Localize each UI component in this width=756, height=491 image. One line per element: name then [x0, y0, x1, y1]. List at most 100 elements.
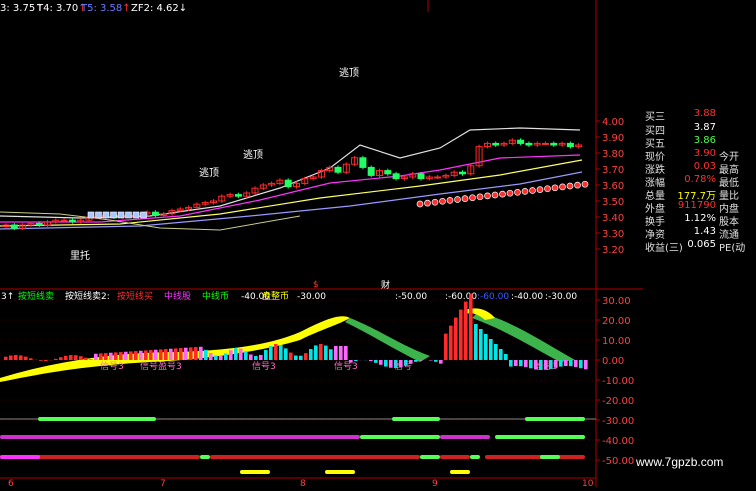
time-axis-label: 8	[300, 479, 306, 487]
osc-bar	[309, 349, 313, 360]
candle-body	[360, 158, 366, 168]
quote-row: 买三3.88	[643, 108, 756, 122]
osc-bar	[369, 360, 373, 361]
osc-bar	[134, 351, 138, 360]
mid-label: 财	[381, 279, 390, 291]
osc-bar	[284, 348, 288, 360]
osc-bar	[379, 360, 383, 365]
osc-bar	[54, 359, 58, 360]
osc-bar	[179, 348, 183, 360]
signal-label: 信号	[394, 360, 412, 372]
signal-dot	[507, 190, 513, 196]
candle-body	[567, 143, 573, 146]
signal-dot	[440, 198, 446, 204]
osc-bar	[94, 354, 98, 360]
osc-bar	[324, 346, 328, 360]
signal-dot	[432, 199, 438, 205]
osc-bar	[189, 347, 193, 360]
price-axis-label: 3.60	[602, 181, 624, 192]
osc-bar	[169, 349, 173, 360]
osc-bar	[484, 334, 488, 360]
strip-row-4	[450, 470, 470, 474]
osc-axis-label: -10.00	[602, 376, 634, 387]
osc-bar	[514, 360, 518, 366]
osc-bar	[139, 351, 143, 360]
strip-row-2	[440, 435, 490, 439]
indicator-header-item: 按短线卖2:	[65, 290, 110, 302]
osc-bar	[444, 334, 448, 360]
osc-bar	[279, 345, 283, 360]
signal-label: 信号3	[334, 360, 358, 372]
osc-bar	[109, 353, 113, 360]
osc-bar	[469, 294, 473, 360]
signal-dot	[522, 188, 528, 194]
osc-bar	[224, 353, 228, 360]
quote-row: 买四3.87	[643, 122, 756, 136]
osc-bar	[419, 360, 423, 361]
indicator-t5: T5: 3.58↑	[81, 3, 131, 14]
osc-bar	[569, 360, 573, 366]
signal-box	[141, 212, 147, 218]
osc-bar	[559, 360, 563, 367]
osc-bar	[89, 359, 93, 360]
osc-bar	[44, 360, 48, 361]
osc-bar	[129, 351, 133, 360]
osc-bar	[9, 355, 13, 360]
signal-dot	[492, 192, 498, 198]
strip-row-1	[38, 417, 156, 421]
candle-body	[526, 143, 532, 145]
osc-bar	[339, 346, 343, 360]
time-axis-label: 9	[432, 479, 438, 487]
osc-bar	[494, 344, 498, 360]
osc-bar	[509, 360, 513, 367]
osc-axis-label: -50.00	[602, 456, 634, 467]
osc-bar	[294, 355, 298, 360]
osc-bar	[504, 354, 508, 360]
indicator-header-item: -30.00	[297, 292, 326, 302]
osc-bar	[114, 352, 118, 360]
chart-window: 4.003.903.803.703.603.503.403.303.20逃顶逃顶…	[0, 0, 756, 487]
candle-body	[435, 177, 441, 178]
signal-box	[103, 212, 109, 218]
osc-bar	[334, 346, 338, 360]
osc-bar	[269, 346, 273, 360]
strip-row-3	[420, 455, 440, 459]
osc-bar	[184, 348, 188, 360]
osc-bar	[4, 357, 8, 360]
osc-bar	[14, 355, 18, 360]
candle-body	[335, 167, 341, 172]
osc-bar	[319, 344, 323, 360]
osc-axis-label: 0.00	[602, 356, 624, 367]
osc-bar	[414, 360, 418, 362]
signal-box	[133, 212, 139, 218]
strip-row-3	[210, 455, 420, 459]
candle-body	[61, 220, 67, 221]
osc-bar	[489, 339, 493, 360]
signal-dot	[425, 200, 431, 206]
signal-dot	[500, 191, 506, 197]
candle-body	[385, 171, 391, 174]
osc-bar	[244, 351, 248, 360]
time-axis-label: 7	[160, 479, 166, 487]
strip-row-1	[525, 417, 585, 421]
osc-axis-label: 10.00	[602, 336, 631, 347]
osc-axis-label: 20.00	[602, 316, 631, 327]
signal-dot	[477, 194, 483, 200]
signal-box	[118, 212, 124, 218]
osc-bar	[74, 355, 78, 360]
annotation-escape-top: 逃顶	[199, 166, 219, 179]
signal-dot	[560, 184, 566, 190]
signal-dot	[462, 196, 468, 202]
signal-label: 信号3	[100, 360, 124, 372]
mid-label: :-40.00	[511, 292, 543, 302]
signal-label: 信号3	[534, 360, 558, 372]
strip-row-3	[540, 455, 560, 459]
osc-axis-label: -40.00	[602, 436, 634, 447]
strip-row-2	[360, 435, 440, 439]
mid-label: $	[313, 280, 319, 290]
osc-bar	[499, 349, 503, 360]
osc-bar	[219, 356, 223, 360]
osc-bar	[529, 360, 533, 368]
osc-bar	[449, 326, 453, 360]
osc-bar	[584, 360, 588, 369]
